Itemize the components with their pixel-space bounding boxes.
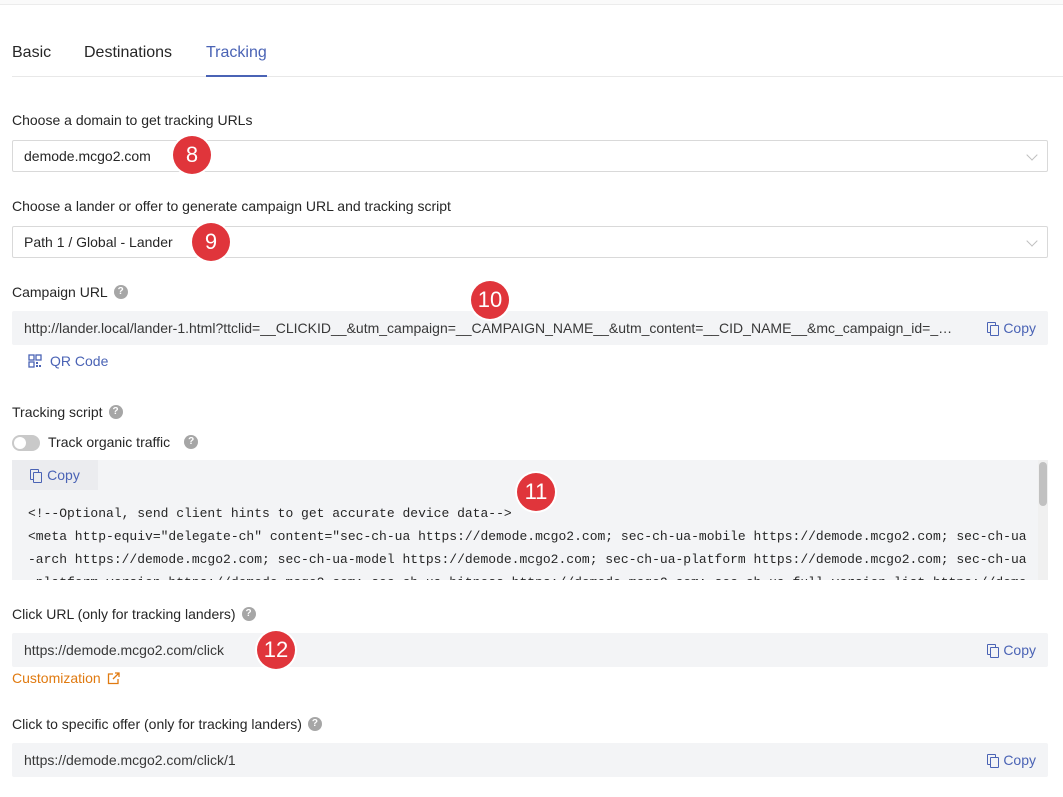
step-badge-11: 11	[517, 473, 555, 511]
specific-offer-copy-button[interactable]: Copy	[987, 743, 1036, 777]
help-icon[interactable]: ?	[184, 435, 199, 449]
click-url-field: https://demode.mcgo2.com/click Copy	[12, 633, 1048, 667]
step-badge-9: 9	[192, 223, 230, 261]
top-divider	[0, 0, 1063, 5]
scrollbar-thumb[interactable]	[1039, 462, 1047, 506]
domain-label: Choose a domain to get tracking URLs	[12, 112, 253, 128]
specific-offer-value: https://demode.mcgo2.com/click/1	[24, 752, 236, 768]
tracking-script-code: <!--Optional, send client hints to get a…	[28, 506, 1027, 580]
chevron-down-icon	[1026, 235, 1038, 247]
domain-select-value: demode.mcgo2.com	[24, 148, 151, 164]
copy-icon	[987, 321, 1000, 336]
help-icon[interactable]: ?	[113, 285, 128, 299]
tracking-script-copy-button[interactable]: Copy	[12, 460, 98, 490]
step-badge-8: 8	[173, 136, 211, 174]
specific-offer-field: https://demode.mcgo2.com/click/1 Copy	[12, 743, 1048, 777]
click-url-copy-button[interactable]: Copy	[987, 633, 1036, 667]
qr-code-icon	[28, 354, 42, 368]
active-tab-indicator	[206, 75, 267, 77]
step-badge-10: 10	[471, 281, 509, 319]
tab-tracking[interactable]: Tracking	[206, 44, 267, 62]
lander-select[interactable]: Path 1 / Global - Lander	[12, 226, 1048, 258]
click-url-label: Click URL (only for tracking landers) ?	[12, 606, 256, 622]
toggle-knob	[14, 437, 26, 449]
external-link-icon	[107, 671, 120, 684]
lander-label: Choose a lander or offer to generate cam…	[12, 198, 451, 214]
domain-select[interactable]: demode.mcgo2.com	[12, 140, 1048, 172]
chevron-down-icon	[1026, 149, 1038, 161]
copy-icon	[987, 643, 1000, 658]
tab-bar: Basic Destinations Tracking	[12, 44, 1063, 77]
qr-code-link[interactable]: QR Code	[28, 353, 108, 369]
lander-select-value: Path 1 / Global - Lander	[24, 234, 173, 250]
customization-link[interactable]: Customization	[12, 670, 120, 686]
help-icon[interactable]: ?	[108, 405, 123, 419]
campaign-url-copy-button[interactable]: Copy	[987, 311, 1036, 345]
specific-offer-label: Click to specific offer (only for tracki…	[12, 716, 322, 732]
step-badge-12: 12	[257, 631, 295, 669]
click-url-value: https://demode.mcgo2.com/click	[24, 642, 224, 658]
copy-icon	[30, 468, 43, 483]
help-icon[interactable]: ?	[241, 607, 256, 621]
campaign-url-field: http://lander.local/lander-1.html?ttclid…	[12, 311, 1048, 345]
campaign-url-value: http://lander.local/lander-1.html?ttclid…	[24, 320, 1036, 336]
copy-icon	[987, 753, 1000, 768]
track-organic-toggle[interactable]	[12, 435, 40, 451]
help-icon[interactable]: ?	[307, 717, 322, 731]
scrollbar[interactable]	[1038, 460, 1048, 580]
tab-destinations[interactable]: Destinations	[84, 44, 172, 62]
tab-basic[interactable]: Basic	[12, 44, 51, 62]
track-organic-label: Track organic traffic ?	[48, 434, 199, 450]
campaign-url-label: Campaign URL ?	[12, 284, 128, 300]
tracking-script-label: Tracking script ?	[12, 404, 123, 420]
